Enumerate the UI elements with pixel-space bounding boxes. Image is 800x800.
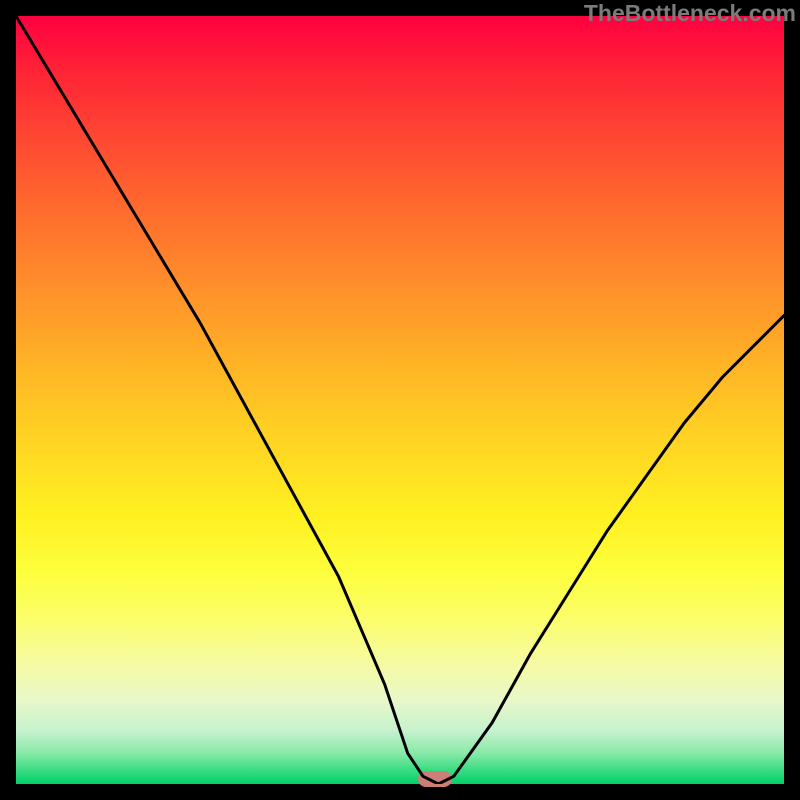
plot-area: [16, 16, 784, 784]
curve-path: [16, 16, 784, 784]
chart-frame: TheBottleneck.com: [0, 0, 800, 800]
watermark-text: TheBottleneck.com: [584, 0, 796, 27]
bottleneck-curve: [16, 16, 784, 784]
